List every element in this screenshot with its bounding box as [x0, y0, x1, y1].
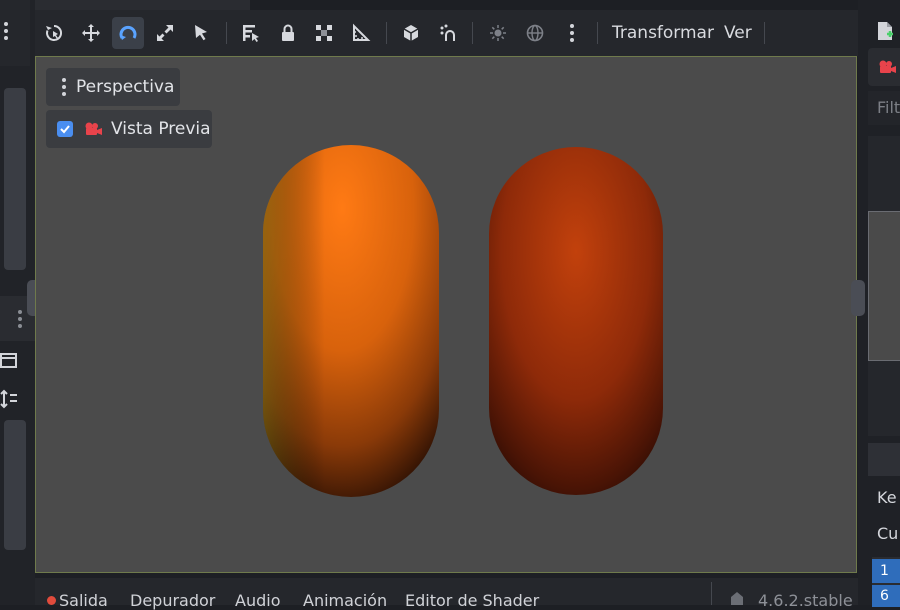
tab-debugger[interactable]: Depurador: [130, 591, 215, 610]
select-rotate-icon: [46, 24, 63, 41]
capsule-mesh-left[interactable]: [256, 139, 446, 509]
globe-icon: [526, 24, 544, 42]
kebab-icon: [62, 78, 66, 96]
list-select-button[interactable]: [185, 17, 217, 49]
toolbar-separator: [597, 22, 598, 44]
right-dock-section: [868, 443, 900, 476]
perspective-menu-button[interactable]: Perspectiva: [46, 68, 180, 106]
ruler-icon: [353, 23, 371, 41]
left-dock-scrollbar[interactable]: [4, 88, 26, 270]
tab-animation[interactable]: Animación: [303, 591, 387, 610]
right-dock-preview-image: [868, 211, 900, 361]
filter-input[interactable]: Filt: [877, 98, 900, 117]
capsule-mesh-right[interactable]: [482, 142, 672, 508]
list-select-icon: [243, 25, 259, 42]
group-button[interactable]: [308, 17, 340, 49]
select-rotate-button[interactable]: [38, 17, 70, 49]
transform-menu[interactable]: Transformar: [612, 23, 714, 43]
tab-output[interactable]: Salida: [59, 591, 108, 610]
new-file-icon[interactable]: [876, 21, 894, 41]
version-label: 4.6.2.stable: [758, 591, 853, 610]
preview-toggle[interactable]: Vista Previa: [46, 110, 212, 148]
snap-button[interactable]: [432, 17, 464, 49]
kebab-icon: [570, 24, 574, 42]
perspective-label: Perspectiva: [76, 77, 175, 97]
right-dock-filter[interactable]: Filt: [868, 91, 900, 125]
viewport-toolbar: Transformar Ver: [35, 10, 858, 56]
local-space-button[interactable]: [395, 17, 427, 49]
left-dock-grip-icon[interactable]: [18, 310, 22, 331]
godot-logo-icon: [731, 592, 743, 605]
left-dock-scrollbar-lower[interactable]: [4, 420, 26, 550]
toolbar-separator: [764, 22, 765, 44]
ruler-list-button[interactable]: [235, 17, 267, 49]
lock-icon: [282, 24, 294, 41]
toolbar-separator: [226, 22, 227, 44]
right-dock-row-label: Cu: [877, 524, 899, 543]
tab-shader-editor[interactable]: Editor de Shader: [405, 591, 539, 610]
output-error-dot: [47, 596, 56, 605]
sun-button[interactable]: [482, 17, 514, 49]
sort-icon[interactable]: [0, 389, 18, 409]
cursor-icon: [195, 25, 207, 41]
scale-icon: [157, 25, 173, 41]
rotate-icon: [119, 25, 137, 40]
bottom-panel: Salida Depurador Audio Animación Editor …: [35, 578, 858, 610]
view-menu[interactable]: Ver: [724, 23, 752, 43]
right-dock-preview-tab[interactable]: [868, 48, 900, 86]
bottom-separator: [711, 582, 712, 605]
sun-icon: [490, 25, 506, 41]
top-strip-tab: [35, 0, 250, 10]
more-button[interactable]: [556, 17, 588, 49]
cube-icon: [403, 25, 419, 41]
rotate-button[interactable]: [112, 17, 144, 49]
right-dock-row-label: Ke: [877, 488, 897, 507]
right-dock-number-list: 1 6: [872, 557, 900, 607]
toolbar-separator: [472, 22, 473, 44]
preview-label: Vista Previa: [111, 119, 211, 139]
ruler-button[interactable]: [345, 17, 377, 49]
toolbar-separator: [386, 22, 387, 44]
group-icon: [316, 25, 332, 41]
lock-button[interactable]: [272, 17, 304, 49]
window-icon[interactable]: [0, 352, 18, 370]
3d-viewport[interactable]: Perspectiva Vista Previa: [35, 56, 857, 573]
snap-icon: [440, 24, 455, 41]
list-item[interactable]: 1: [872, 559, 900, 583]
preview-checkbox[interactable]: [57, 121, 73, 137]
list-item[interactable]: 6: [872, 585, 900, 607]
left-dock-kebab-icon[interactable]: [4, 22, 8, 43]
right-dock-resize-handle[interactable]: [851, 280, 865, 316]
tab-audio[interactable]: Audio: [235, 591, 280, 610]
environment-button[interactable]: [519, 17, 551, 49]
camera-icon: [85, 122, 102, 135]
camera-icon: [879, 60, 896, 73]
scale-button[interactable]: [149, 17, 181, 49]
move-button[interactable]: [75, 17, 107, 49]
checkmark-icon: [60, 125, 70, 134]
move-icon: [82, 24, 100, 42]
